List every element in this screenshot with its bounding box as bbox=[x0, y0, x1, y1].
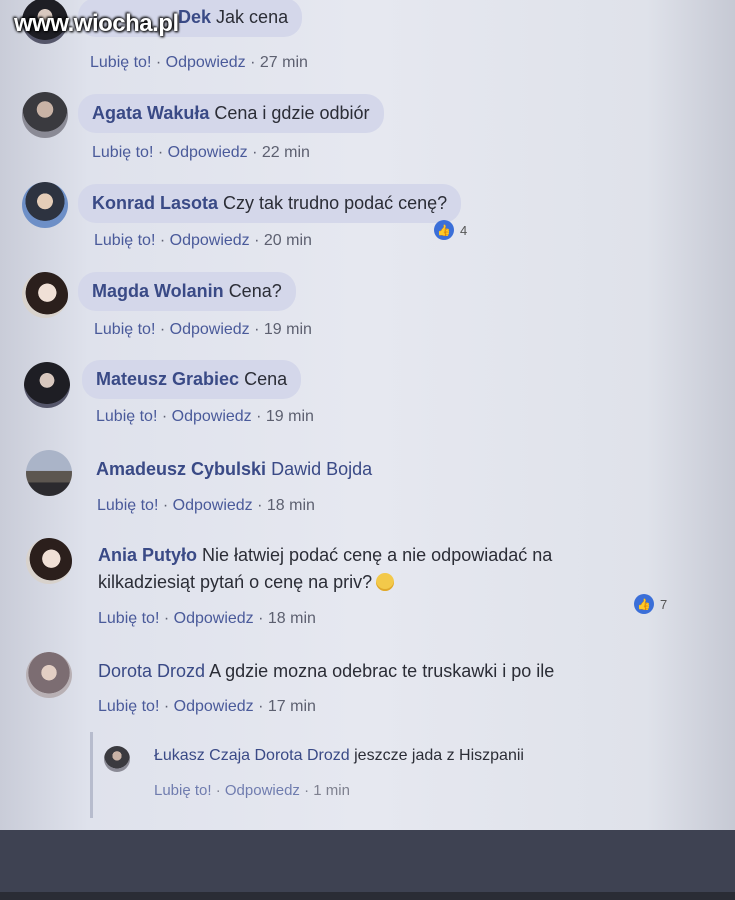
thumbs-up-icon: 👍 bbox=[634, 594, 654, 614]
comment-author[interactable]: Konrad Lasota bbox=[92, 193, 218, 213]
timestamp[interactable]: 22 min bbox=[262, 144, 310, 161]
like-link[interactable]: Lubię to! bbox=[96, 408, 157, 425]
monitor-edge bbox=[0, 892, 735, 900]
reaction-count[interactable]: 👍 7 bbox=[634, 594, 667, 614]
like-link[interactable]: Lubię to! bbox=[98, 698, 159, 715]
comment-bubble: Dorota Drozd A gdzie mozna odebrac te tr… bbox=[84, 652, 568, 691]
avatar[interactable] bbox=[22, 92, 68, 138]
comment-author[interactable]: Dek bbox=[178, 7, 211, 27]
comment-text: Jak cena bbox=[216, 7, 289, 27]
comment-tag[interactable]: Dorota Drozd bbox=[255, 747, 350, 764]
comment-bubble: Amadeusz Cybulski Dawid Bojda bbox=[82, 450, 386, 489]
avatar[interactable] bbox=[26, 652, 72, 698]
like-link[interactable]: Lubię to! bbox=[92, 144, 153, 161]
reply-link[interactable]: Odpowiedz bbox=[172, 408, 252, 425]
comment-bubble: Ania Putyło Nie łatwiej podać cenę a nie… bbox=[84, 538, 632, 605]
timestamp[interactable]: 18 min bbox=[267, 497, 315, 514]
timestamp[interactable]: 20 min bbox=[264, 232, 312, 249]
comment-author[interactable]: Amadeusz Cybulski bbox=[96, 459, 266, 479]
comment-actions: Lubię to! · Odpowiedz · 19 min bbox=[94, 321, 312, 338]
comment-author[interactable]: Agata Wakuła bbox=[92, 103, 209, 123]
reply-link[interactable]: Odpowiedz bbox=[170, 321, 250, 338]
comment-actions: Lubię to! · Odpowiedz · 1 min bbox=[154, 782, 350, 799]
timestamp[interactable]: 19 min bbox=[266, 408, 314, 425]
comment-bubble: Konrad Lasota Czy tak trudno podać cenę? bbox=[78, 184, 462, 223]
comment-author[interactable]: Ania Putyło bbox=[98, 545, 197, 565]
comment-actions: Lubię to! · Odpowiedz · 18 min bbox=[97, 497, 315, 514]
avatar[interactable] bbox=[104, 746, 130, 772]
comment-tag[interactable]: Dawid Bojda bbox=[271, 459, 372, 479]
reply-thread-line bbox=[90, 732, 93, 818]
comment-actions: Lubię to! · Odpowiedz · 27 min bbox=[90, 54, 308, 71]
avatar[interactable] bbox=[24, 362, 70, 408]
comment-actions: Lubię to! · Odpowiedz · 18 min bbox=[98, 610, 316, 627]
reply-link[interactable]: Odpowiedz bbox=[225, 782, 300, 799]
like-link[interactable]: Lubię to! bbox=[154, 782, 212, 799]
timestamp[interactable]: 19 min bbox=[264, 321, 312, 338]
comment-bubble: Mateusz Grabiec Cena bbox=[82, 360, 302, 399]
comment-text-line2: kilkadziesiąt pytań o cenę na priv? bbox=[98, 572, 373, 592]
comment-actions: Lubię to! · Odpowiedz · 19 min bbox=[96, 408, 314, 425]
comment-text: Cena? bbox=[228, 281, 282, 301]
comment-bubble: Agata Wakuła Cena i gdzie odbiór bbox=[78, 94, 384, 133]
like-link[interactable]: Lubię to! bbox=[94, 232, 155, 249]
comment-author[interactable]: Magda Wolanin bbox=[92, 281, 224, 301]
reply-link[interactable]: Odpowiedz bbox=[174, 698, 254, 715]
comment-author[interactable]: Łukasz Czaja bbox=[154, 747, 250, 764]
reply-link[interactable]: Odpowiedz bbox=[168, 144, 248, 161]
comment-text: Cena bbox=[244, 369, 288, 389]
reply-link[interactable]: Odpowiedz bbox=[170, 232, 250, 249]
like-link[interactable]: Lubię to! bbox=[97, 497, 158, 514]
avatar[interactable] bbox=[22, 182, 68, 228]
comment-bubble: Łukasz Czaja Dorota Drozd jeszcze jada z… bbox=[140, 738, 538, 774]
watermark: www.wiocha.pl bbox=[14, 10, 179, 37]
reply-link[interactable]: Odpowiedz bbox=[174, 610, 254, 627]
comment-text: Cena i gdzie odbiór bbox=[214, 103, 370, 123]
reply-link[interactable]: Odpowiedz bbox=[173, 497, 253, 514]
comment-author[interactable]: Mateusz Grabiec bbox=[96, 369, 239, 389]
comment-author[interactable]: Dorota Drozd bbox=[98, 661, 205, 681]
comment-actions: Lubię to! · Odpowiedz · 22 min bbox=[92, 144, 310, 161]
like-link[interactable]: Lubię to! bbox=[94, 321, 155, 338]
timestamp[interactable]: 1 min bbox=[313, 782, 350, 799]
thumbs-up-icon: 👍 bbox=[434, 220, 454, 240]
reply-link[interactable]: Odpowiedz bbox=[166, 54, 246, 71]
like-link[interactable]: Lubię to! bbox=[90, 54, 151, 71]
timestamp[interactable]: 17 min bbox=[268, 698, 316, 715]
comment-actions: Lubię to! · Odpowiedz · 17 min bbox=[98, 698, 316, 715]
comment-text: Nie łatwiej podać cenę a nie odpowiadać … bbox=[202, 545, 553, 565]
reaction-count[interactable]: 👍 4 bbox=[434, 220, 467, 240]
comment-text: Czy tak trudno podać cenę? bbox=[223, 193, 448, 213]
timestamp[interactable]: 18 min bbox=[268, 610, 316, 627]
like-link[interactable]: Lubię to! bbox=[98, 610, 159, 627]
smiling-face-icon bbox=[376, 573, 395, 591]
comment-bubble: Magda Wolanin Cena? bbox=[78, 272, 296, 311]
timestamp[interactable]: 27 min bbox=[260, 54, 308, 71]
avatar[interactable] bbox=[26, 538, 72, 584]
comment-actions: Lubię to! · Odpowiedz · 20 min bbox=[94, 232, 312, 249]
avatar[interactable] bbox=[26, 450, 72, 496]
comment-text: A gdzie mozna odebrac te truskawki i po … bbox=[209, 661, 555, 681]
comment-text: jeszcze jada z Hiszpanii bbox=[354, 747, 524, 764]
avatar[interactable] bbox=[22, 272, 68, 318]
monitor-bezel bbox=[0, 830, 735, 900]
